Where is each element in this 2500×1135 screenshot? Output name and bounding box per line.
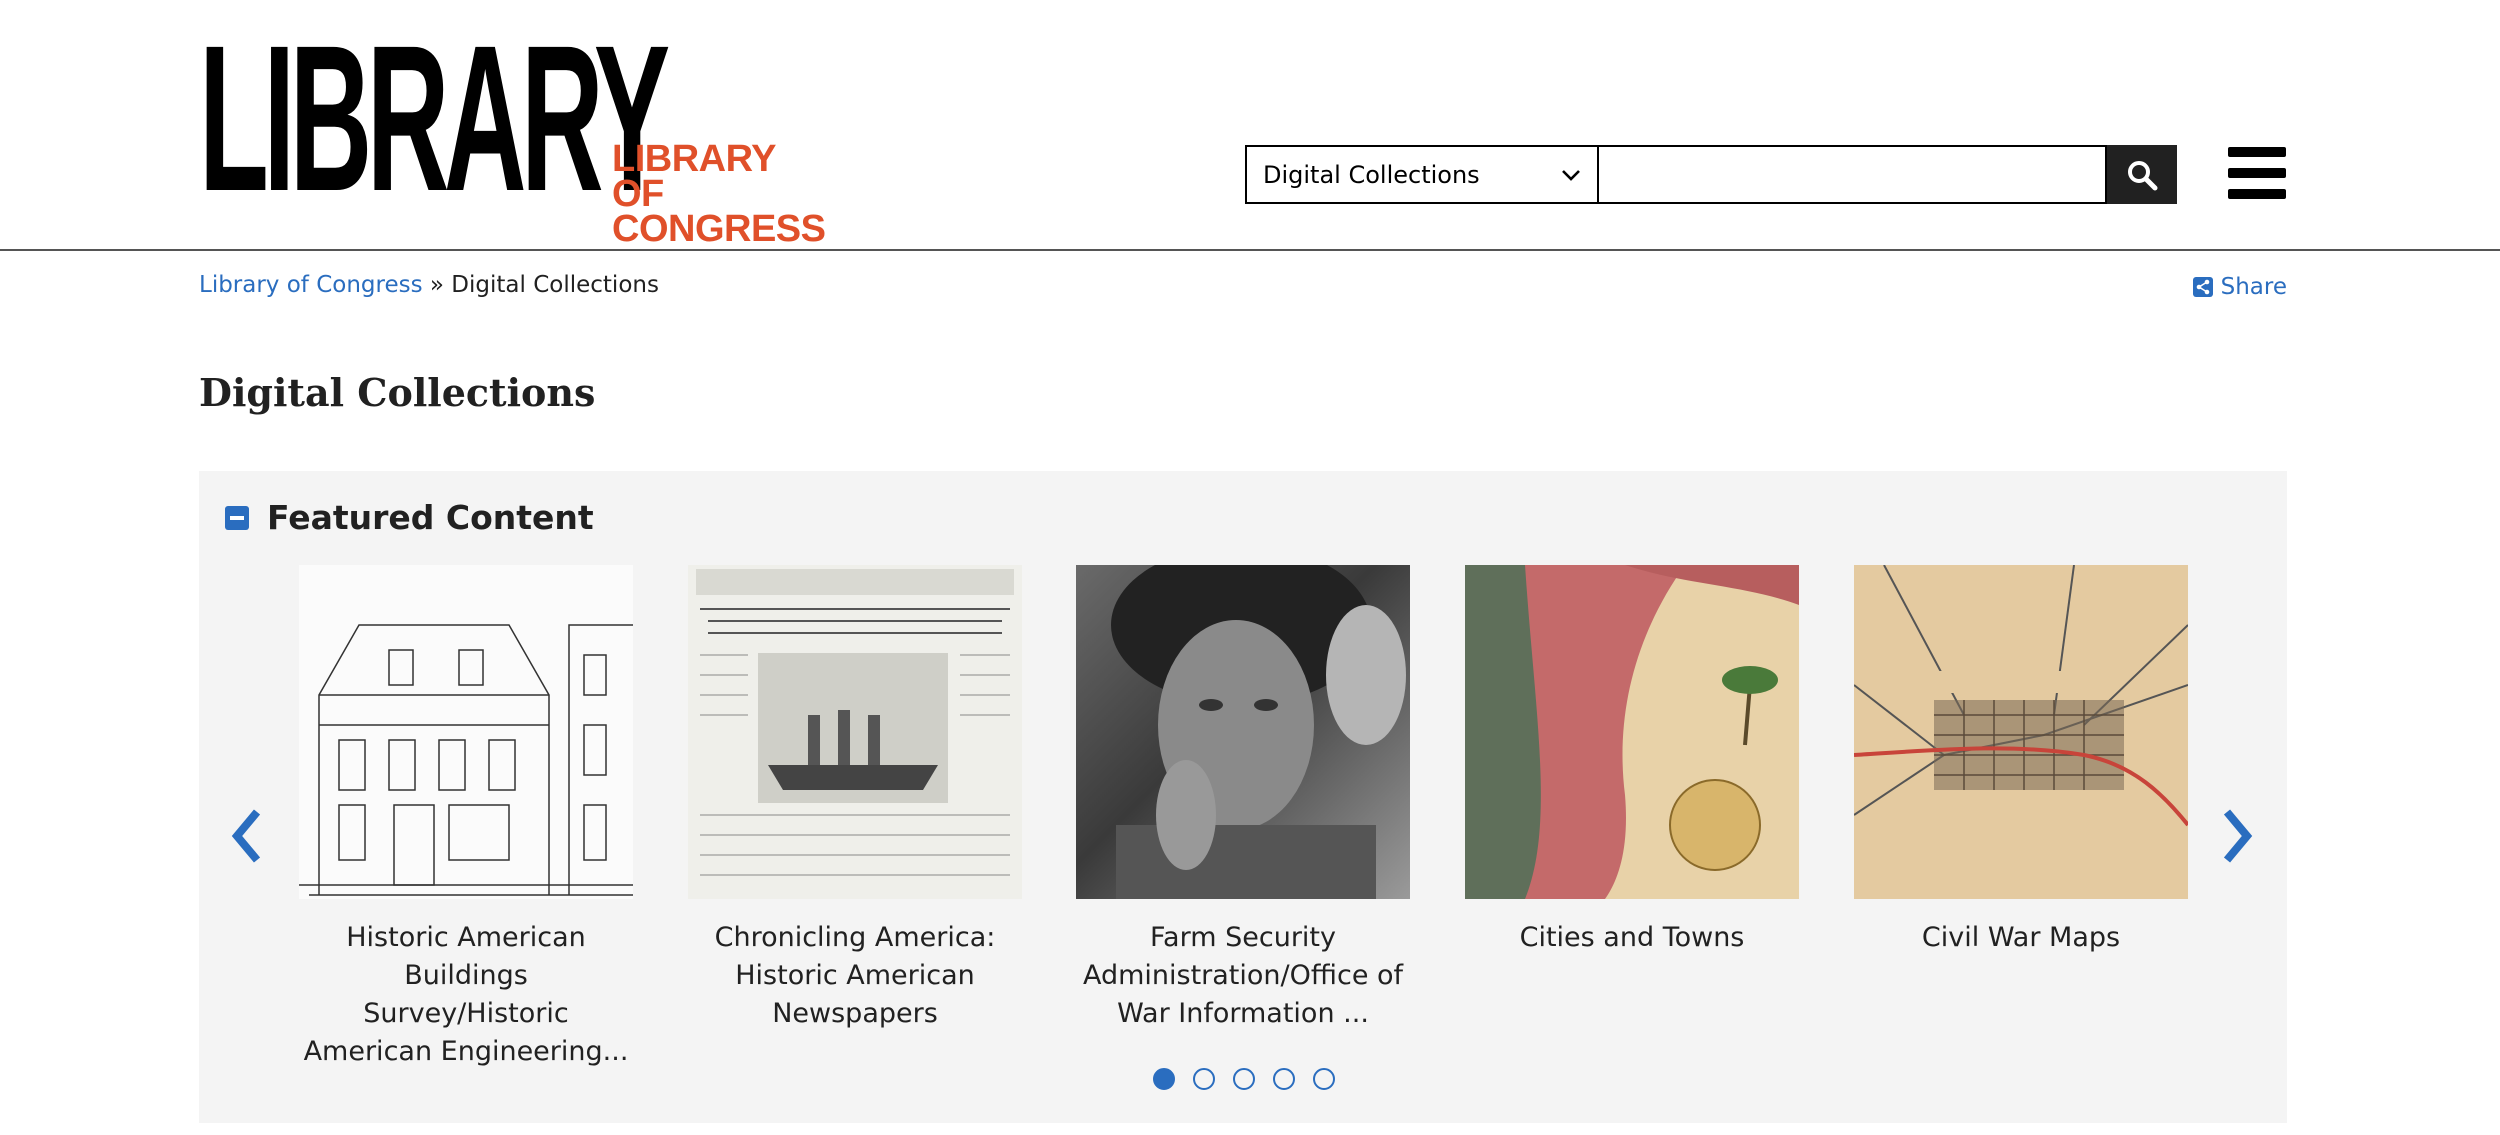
logo-subtitle: LIBRARY OF CONGRESS bbox=[612, 138, 879, 250]
carousel-dot[interactable] bbox=[1153, 1068, 1175, 1090]
search-scope-select[interactable]: Digital Collections bbox=[1245, 145, 1597, 204]
menu-bar bbox=[2228, 189, 2286, 199]
search-scope-value: Digital Collections bbox=[1263, 160, 1480, 189]
share-button[interactable]: Share bbox=[2192, 274, 2287, 300]
card-label[interactable]: Civil War Maps bbox=[1854, 919, 2188, 957]
search-button[interactable] bbox=[2107, 145, 2177, 204]
card-thumbnail-newspaper[interactable] bbox=[688, 565, 1022, 899]
menu-bar bbox=[2228, 168, 2286, 178]
logo-subtitle-line2: OF CONGRESS bbox=[612, 173, 826, 250]
breadcrumb-home-link[interactable]: Library of Congress bbox=[199, 272, 423, 298]
building-drawing-image bbox=[299, 624, 633, 896]
featured-card[interactable]: Civil War Maps bbox=[1854, 565, 2188, 957]
portrait-photo-image bbox=[1111, 565, 1406, 899]
search-input[interactable] bbox=[1597, 145, 2107, 204]
carousel-dot[interactable] bbox=[1313, 1068, 1335, 1090]
card-thumbnail-city-map[interactable] bbox=[1465, 565, 1799, 899]
share-icon bbox=[2192, 277, 2213, 297]
featured-card[interactable]: Farm Security Administration/Office of W… bbox=[1076, 565, 1410, 1033]
featured-content-panel: Featured Content Historic American Build… bbox=[199, 471, 2287, 1123]
card-thumbnail-building-drawing[interactable] bbox=[299, 565, 633, 899]
civil-war-map-image bbox=[1854, 565, 2188, 827]
search-icon bbox=[2128, 160, 2158, 190]
breadcrumb-separator: » bbox=[429, 272, 444, 298]
card-label[interactable]: Farm Security Administration/Office of W… bbox=[1076, 919, 1410, 1033]
site-header: LIBRARY LIBRARY OF CONGRESS Digital Coll… bbox=[0, 0, 2500, 251]
featured-content-title: Featured Content bbox=[267, 498, 594, 537]
logo-wordmark: LIBRARY bbox=[199, 3, 670, 235]
chevron-right-icon[interactable] bbox=[2217, 806, 2257, 866]
breadcrumb-current: Digital Collections bbox=[451, 272, 659, 298]
featured-content-header[interactable]: Featured Content bbox=[225, 498, 594, 537]
card-label[interactable]: Cities and Towns bbox=[1465, 919, 1799, 957]
card-label[interactable]: Historic American Buildings Survey/Histo… bbox=[299, 919, 633, 1071]
newspaper-image bbox=[696, 569, 1014, 876]
menu-bar bbox=[2228, 147, 2286, 157]
featured-card[interactable]: Chronicling America: Historic American N… bbox=[688, 565, 1022, 1033]
card-thumbnail-portrait[interactable] bbox=[1076, 565, 1410, 899]
chevron-down-icon bbox=[1562, 169, 1580, 181]
carousel-dot[interactable] bbox=[1233, 1068, 1255, 1090]
chevron-left-icon[interactable] bbox=[227, 806, 267, 866]
carousel-pagination bbox=[1153, 1068, 1335, 1090]
collapse-icon[interactable] bbox=[225, 505, 249, 530]
card-label[interactable]: Chronicling America: Historic American N… bbox=[688, 919, 1022, 1033]
page-title: Digital Collections bbox=[199, 370, 596, 415]
breadcrumb: Library of Congress » Digital Collection… bbox=[199, 272, 659, 298]
city-map-image bbox=[1465, 565, 1799, 899]
library-logo[interactable]: LIBRARY LIBRARY OF CONGRESS bbox=[199, 15, 879, 248]
card-thumbnail-civil-war-map[interactable] bbox=[1854, 565, 2188, 899]
carousel-dot[interactable] bbox=[1273, 1068, 1295, 1090]
carousel-dot[interactable] bbox=[1193, 1068, 1215, 1090]
hamburger-menu-icon[interactable] bbox=[2228, 147, 2286, 199]
featured-card[interactable]: Cities and Towns bbox=[1465, 565, 1799, 957]
share-label: Share bbox=[2220, 274, 2287, 300]
featured-card[interactable]: Historic American Buildings Survey/Histo… bbox=[299, 565, 633, 1071]
logo-subtitle-line1: LIBRARY bbox=[612, 138, 776, 180]
search-bar: Digital Collections bbox=[1245, 145, 2177, 204]
